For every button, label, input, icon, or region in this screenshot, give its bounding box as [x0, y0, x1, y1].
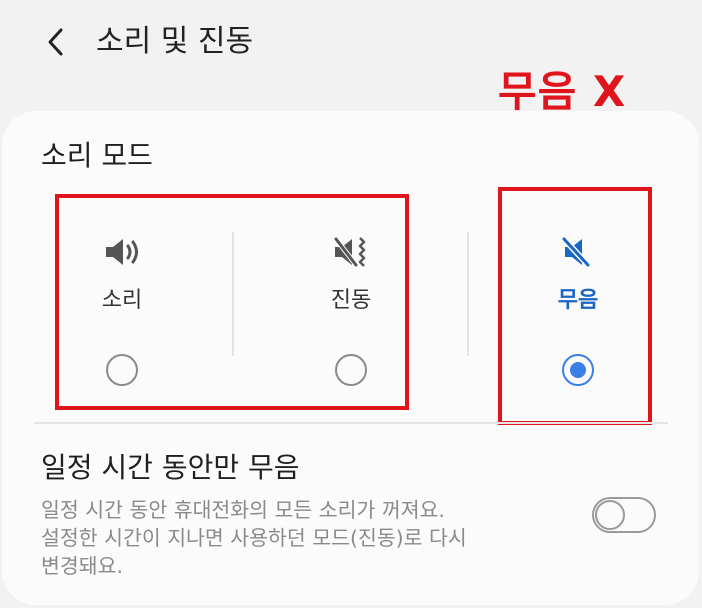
chevron-left-icon [48, 28, 63, 56]
timed-mute-description-line: 일정 시간 동안 휴대전화의 모든 소리가 꺼져요. [41, 498, 445, 522]
timed-mute-title: 일정 시간 동안만 무음 [41, 451, 300, 484]
back-button[interactable] [36, 22, 76, 62]
annotation-box-sound-vibrate [55, 194, 409, 410]
toggle-knob [595, 500, 625, 530]
timed-mute-toggle[interactable] [592, 497, 656, 533]
annotation-box-mute [498, 187, 652, 425]
timed-mute-description: 일정 시간 동안 휴대전화의 모든 소리가 꺼져요. 설정한 시간이 지나면 사… [41, 496, 561, 580]
sound-mode-title: 소리 모드 [41, 139, 153, 172]
timed-mute-description-line: 설정한 시간이 지나면 사용하던 모드(진동)로 다시 [41, 526, 467, 550]
timed-mute-description-line: 변경돼요. [41, 554, 123, 578]
divider [467, 232, 469, 356]
page-title: 소리 및 진동 [96, 24, 254, 59]
section-divider [34, 422, 668, 424]
